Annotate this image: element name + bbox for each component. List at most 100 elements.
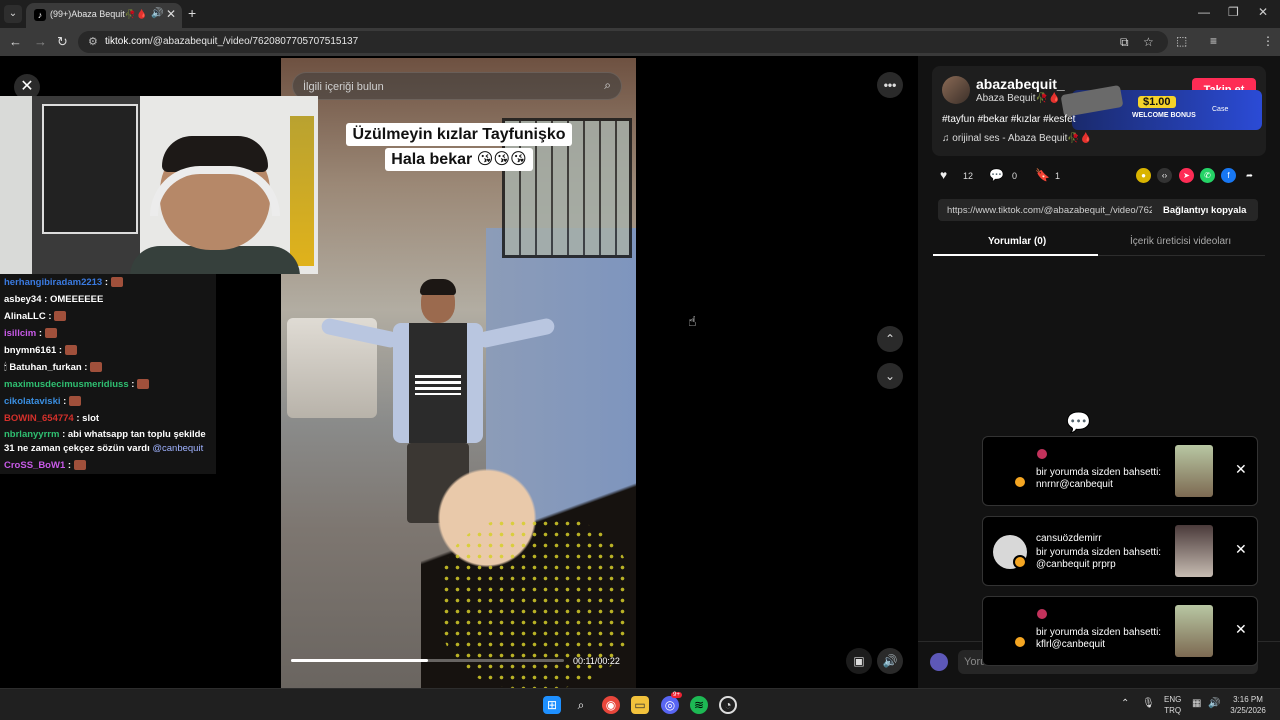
- chat-username[interactable]: nbrlanyyrrm: [4, 429, 59, 440]
- site-info-icon[interactable]: ⚙: [88, 35, 98, 48]
- video-progress-bar[interactable]: [291, 659, 564, 662]
- tiktok-page: ✕ İlgili içeriği bulun ⌕ Üzülmeyin kızla…: [0, 56, 1280, 688]
- url-text: tiktok.com/@abazabequit_/video/762080770…: [105, 36, 358, 47]
- facebook-icon[interactable]: f: [1221, 168, 1236, 183]
- notification-toast[interactable]: bir yorumda sizden bahsetti: nnrnr@canbeq…: [982, 436, 1258, 506]
- pip-icon[interactable]: ▣: [846, 648, 872, 674]
- close-tab-icon[interactable]: ✕: [166, 7, 176, 21]
- share-icon[interactable]: ➦: [1242, 168, 1257, 183]
- tray-overflow-icon[interactable]: ⌃: [1121, 698, 1129, 709]
- hashtags[interactable]: #tayfun #bekar #kızlar #kesfet: [942, 114, 1075, 125]
- chat-username[interactable]: bnymn6161: [4, 345, 56, 356]
- tab-creator-videos[interactable]: İçerik üreticisi videoları: [1130, 236, 1231, 247]
- comment-icon[interactable]: 💬: [989, 168, 1004, 182]
- author-username[interactable]: abazabequit_: [976, 76, 1065, 92]
- network-icon[interactable]: ▦: [1192, 698, 1201, 709]
- clock[interactable]: 3:16 PM 3/25/2026: [1228, 694, 1268, 716]
- reading-list-icon[interactable]: ≡: [1210, 34, 1217, 48]
- author-avatar[interactable]: [942, 76, 970, 104]
- chat-username[interactable]: isillcim: [4, 328, 36, 339]
- chat-emote-icon: [110, 277, 123, 288]
- restore-icon[interactable]: ❐: [1228, 5, 1239, 19]
- browser-menu-icon[interactable]: ⋮: [1262, 34, 1274, 48]
- bookmark-icon[interactable]: 🔖: [1035, 168, 1050, 182]
- progress-fill: [291, 659, 428, 662]
- tab-comments[interactable]: Yorumlar (0): [988, 236, 1046, 247]
- send-icon[interactable]: ➤: [1179, 168, 1194, 183]
- clock-time: 3:16 PM: [1233, 695, 1263, 704]
- embed-icon[interactable]: ‹›: [1157, 168, 1172, 183]
- chat-username[interactable]: asbey34: [4, 294, 42, 305]
- author-display-name: Abaza Bequit🥀🩸: [976, 93, 1061, 104]
- chat-message: maximusdecimusmeridiuss :: [0, 376, 216, 393]
- notification-toast[interactable]: bir yorumda sizden bahsetti: kflrl@canbeq…: [982, 596, 1258, 666]
- language-indicator[interactable]: ENG TRQ: [1164, 694, 1181, 716]
- browser-tab[interactable]: ♪ (99+)Abaza Bequit🥀🩸 ( 🔊 ✕: [26, 3, 182, 28]
- reload-icon[interactable]: ↻: [57, 34, 68, 50]
- chat-separator: :: [65, 460, 74, 471]
- related-search-input[interactable]: İlgili içeriği bulun ⌕: [292, 72, 622, 100]
- volume-icon[interactable]: 🔊: [877, 648, 903, 674]
- chat-username[interactable]: Batuhan_furkan: [9, 362, 81, 373]
- sound-info[interactable]: ♫ orijinal ses - Abaza Bequit🥀🩸: [942, 133, 1092, 144]
- address-bar[interactable]: ⚙ tiktok.com/@abazabequit_/video/7620807…: [78, 31, 1168, 53]
- microphone-icon[interactable]: 🎙: [1142, 698, 1155, 709]
- minimize-icon[interactable]: —: [1198, 5, 1210, 19]
- share-link-url[interactable]: https://www.tiktok.com/@abazabequit_/vid…: [947, 205, 1152, 216]
- sound-title: orijinal ses - Abaza Bequit🥀🩸: [952, 133, 1093, 144]
- speaker-icon[interactable]: 🔊: [151, 8, 163, 19]
- chat-username[interactable]: CroSS_BoW1: [4, 460, 65, 471]
- forward-icon[interactable]: →: [34, 34, 47, 49]
- search-placeholder: İlgili içeriği bulun: [303, 81, 384, 93]
- chat-separator: :: [73, 413, 83, 424]
- bookmark-star-icon[interactable]: ☆: [1143, 35, 1154, 49]
- whatsapp-icon[interactable]: ✆: [1200, 168, 1215, 183]
- extensions-icon[interactable]: ⬚: [1176, 34, 1187, 48]
- chrome-icon[interactable]: ◉: [602, 696, 620, 714]
- notification-close-icon[interactable]: ✕: [1235, 461, 1247, 478]
- browser-toolbar: ← → ↻ ⚙ tiktok.com/@abazabequit_/video/7…: [0, 28, 1280, 78]
- language-code: ENG: [1164, 695, 1182, 704]
- heart-icon[interactable]: ♥: [940, 168, 947, 182]
- previous-video-icon[interactable]: ⌃: [877, 326, 903, 352]
- window-close-icon[interactable]: ✕: [1258, 5, 1268, 19]
- chat-username[interactable]: maximusdecimusmeridiuss: [4, 379, 129, 390]
- next-video-icon[interactable]: ⌄: [877, 363, 903, 389]
- chat-message: asbey34 : OMEEEEEE: [0, 291, 216, 308]
- chat-username[interactable]: AlinaLLC: [4, 311, 46, 322]
- spotify-icon[interactable]: ≋: [690, 696, 708, 714]
- ad-banner[interactable]: $1.00 WELCOME BONUS Case: [1060, 84, 1262, 130]
- chat-username[interactable]: cikolataviski: [4, 396, 61, 407]
- notification-text: bir yorumda sizden bahsetti: @canbequit p…: [1036, 547, 1166, 571]
- chat-mention[interactable]: @canbequit: [152, 443, 203, 454]
- obs-icon[interactable]: ◔: [719, 696, 737, 714]
- chat-username[interactable]: BOWIN_654774: [4, 413, 74, 424]
- tab-title: (99+)Abaza Bequit🥀🩸 (: [50, 9, 150, 19]
- search-icon[interactable]: ⌕: [572, 696, 590, 714]
- notification-toast[interactable]: cansuözdemirr bir yorumda sizden bahsett…: [982, 516, 1258, 586]
- install-app-icon[interactable]: ⧉: [1120, 35, 1129, 50]
- back-icon[interactable]: ←: [9, 34, 22, 49]
- like-count: 12: [963, 171, 974, 181]
- tab-search-button[interactable]: ⌄: [4, 5, 22, 23]
- notification-badge-icon: [1013, 555, 1027, 569]
- new-tab-icon[interactable]: +: [188, 5, 196, 21]
- chat-emote-icon: [90, 362, 103, 373]
- windows-start-icon[interactable]: ⊞: [543, 696, 561, 714]
- file-explorer-icon[interactable]: ▭: [631, 696, 649, 714]
- notification-close-icon[interactable]: ✕: [1235, 621, 1247, 638]
- notification-close-icon[interactable]: ✕: [1235, 541, 1247, 558]
- more-options-icon[interactable]: •••: [877, 72, 903, 98]
- discord-icon[interactable]: ◎: [661, 696, 679, 714]
- webcam-overlay: [0, 96, 318, 274]
- copy-link-button[interactable]: Bağlantıyı kopyala: [1163, 205, 1246, 216]
- volume-tray-icon[interactable]: 🔊: [1208, 698, 1220, 709]
- notification-line-1: bir yorumda sizden bahsetti:: [1036, 547, 1162, 558]
- coin-icon[interactable]: ●: [1136, 168, 1151, 183]
- webcam-poster: [42, 104, 138, 234]
- chat-username[interactable]: herhangibiradam2213: [4, 277, 102, 288]
- chat-message: herhangibiradam2213 :: [0, 274, 216, 291]
- search-icon[interactable]: ⌕: [604, 78, 611, 93]
- notification-badge-icon: [1013, 635, 1027, 649]
- ad-amount: $1.00: [1138, 96, 1176, 108]
